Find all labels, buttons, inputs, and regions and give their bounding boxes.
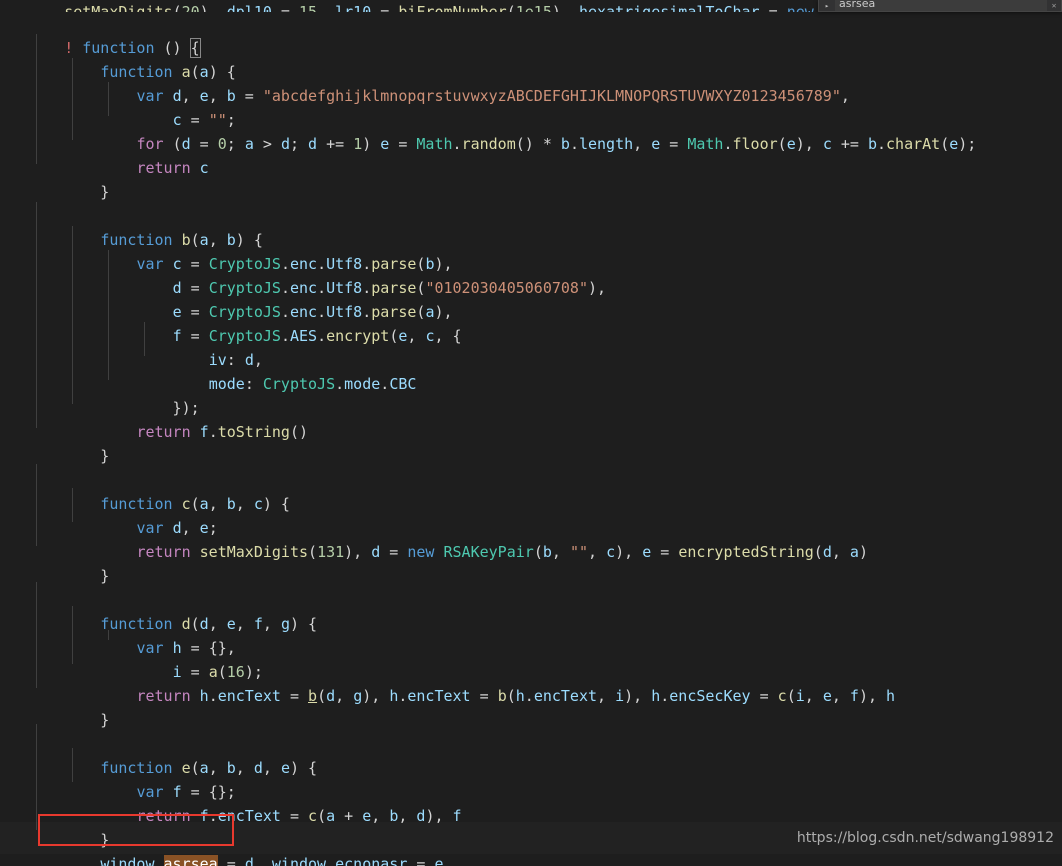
- code-line-24[interactable]: [0, 564, 1062, 588]
- find-widget[interactable]: ▸ asrsea ✕: [818, 0, 1062, 12]
- code-line-10[interactable]: var c = CryptoJS.enc.Utf8.parse(b),: [0, 228, 1062, 273]
- code-line-2[interactable]: function a(a) {: [0, 36, 1062, 81]
- code-line-32[interactable]: var f = {};: [0, 756, 1062, 801]
- code-line-25[interactable]: function d(d, e, f, g) {: [0, 588, 1062, 633]
- code-line-8[interactable]: [0, 180, 1062, 204]
- code-line-15[interactable]: mode: CryptoJS.mode.CBC: [0, 348, 1062, 393]
- code-line-23[interactable]: }: [0, 540, 1062, 585]
- code-line-17[interactable]: return f.toString(): [0, 396, 1062, 441]
- code-line-19[interactable]: [0, 444, 1062, 468]
- code-line-13[interactable]: f = CryptoJS.AES.encrypt(e, c, {: [0, 300, 1062, 345]
- code-line-9[interactable]: function b(a, b) {: [0, 204, 1062, 249]
- code-line-7[interactable]: }: [0, 156, 1062, 201]
- watermark-text: https://blog.csdn.net/sdwang198912: [796, 830, 1054, 846]
- code-line-28[interactable]: return h.encText = b(d, g), h.encText = …: [0, 660, 1062, 705]
- code-line-21[interactable]: var d, e;: [0, 492, 1062, 537]
- token-fn: setMaxDigits: [64, 3, 173, 13]
- code-line-36[interactable]: }();: [0, 852, 1062, 866]
- code-line-26[interactable]: var h = {},: [0, 612, 1062, 657]
- find-input[interactable]: asrsea: [835, 0, 1047, 11]
- code-line-18[interactable]: }: [0, 420, 1062, 465]
- chevron-right-icon[interactable]: ▸: [819, 0, 835, 11]
- code-line-11[interactable]: d = CryptoJS.enc.Utf8.parse("01020304050…: [0, 252, 1062, 297]
- code-line-3[interactable]: var d, e, b = "abcdefghijklmnopqrstuvwxy…: [0, 60, 1062, 105]
- code-line-33[interactable]: return f.encText = c(a + e, b, d), f: [0, 780, 1062, 825]
- code-line-14[interactable]: iv: d,: [0, 324, 1062, 369]
- code-line-20[interactable]: function c(a, b, c) {: [0, 468, 1062, 513]
- code-line-1[interactable]: ! function () {: [0, 12, 1062, 58]
- code-line-5[interactable]: for (d = 0; a > d; d += 1) e = Math.rand…: [0, 108, 1062, 153]
- code-line-16[interactable]: });: [0, 372, 1062, 417]
- code-line-12[interactable]: e = CryptoJS.enc.Utf8.parse(a),: [0, 276, 1062, 321]
- find-input-value: asrsea: [839, 0, 876, 10]
- code-line-31[interactable]: function e(a, b, d, e) {: [0, 732, 1062, 777]
- code-line-30[interactable]: [0, 708, 1062, 732]
- code-editor: setMaxDigits(20), dpl10 = 15, lr10 = biF…: [0, 0, 1062, 866]
- close-icon[interactable]: ✕: [1047, 0, 1061, 11]
- code-content[interactable]: setMaxDigits(20), dpl10 = 15, lr10 = biF…: [0, 0, 1062, 866]
- code-line-4[interactable]: c = "";: [0, 84, 1062, 129]
- code-line-27[interactable]: i = a(16);: [0, 636, 1062, 681]
- code-line-22[interactable]: return setMaxDigits(131), d = new RSAKey…: [0, 516, 1062, 561]
- code-line-29[interactable]: }: [0, 684, 1062, 729]
- code-line-6[interactable]: return c: [0, 132, 1062, 177]
